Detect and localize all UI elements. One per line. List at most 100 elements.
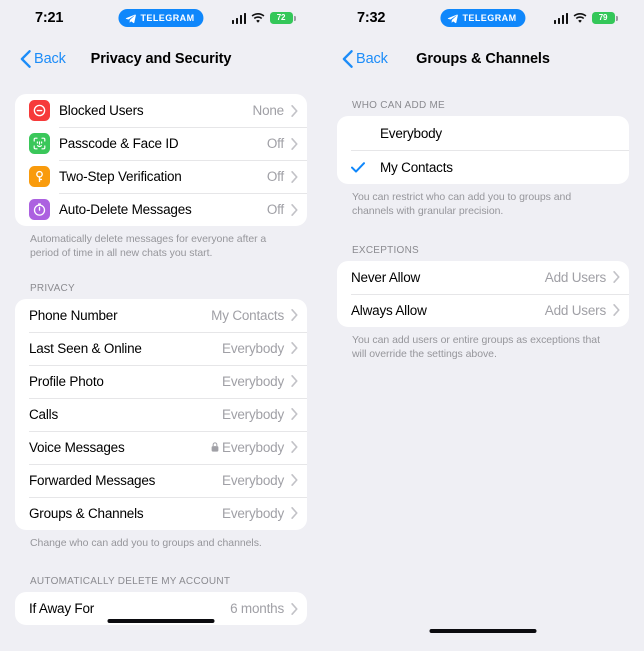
row-label: Never Allow [351, 269, 421, 285]
telegram-plane-icon [447, 13, 458, 23]
chevron-right-icon [291, 441, 298, 454]
row-blocked-users[interactable]: Blocked Users None [15, 94, 307, 127]
row-last-seen-online[interactable]: Last Seen & Online Everybody [15, 331, 307, 365]
telegram-status-pill[interactable]: TELEGRAM [118, 9, 204, 27]
row-value: 6 months [230, 601, 284, 617]
row-profile-photo[interactable]: Profile Photo Everybody [15, 364, 307, 398]
chevron-right-icon [291, 408, 298, 421]
row-voice-messages[interactable]: Voice Messages Everybody [15, 430, 307, 464]
row-forwarded-messages[interactable]: Forwarded Messages Everybody [15, 463, 307, 497]
chevron-right-icon [291, 507, 298, 520]
exceptions-card: Never Allow Add Users Always Allow Add U… [337, 260, 629, 327]
security-footnote: Automatically delete messages for everyo… [30, 233, 267, 260]
option-my-contacts[interactable]: My Contacts [337, 150, 629, 184]
row-never-allow[interactable]: Never Allow Add Users [337, 261, 629, 294]
row-label: Forwarded Messages [29, 472, 156, 488]
row-value: Everybody [222, 505, 284, 521]
back-button-label: Back [356, 51, 388, 67]
row-calls[interactable]: Calls Everybody [15, 397, 307, 431]
row-value: Everybody [222, 373, 284, 389]
chevron-right-icon [291, 375, 298, 388]
battery-icon: 79 [592, 12, 618, 24]
chevron-right-icon [291, 170, 298, 183]
row-value: Everybody [222, 439, 284, 455]
status-bar: 7:21 TELEGRAM 72 [13, 0, 309, 40]
row-two-step-verification[interactable]: Two-Step Verification Off [15, 160, 307, 193]
back-button-label: Back [34, 51, 66, 67]
row-label: Calls [29, 406, 59, 422]
phone-screen-privacy-and-security: 7:21 TELEGRAM 72 Back Privacy and Securi… [0, 0, 322, 651]
chevron-right-icon [291, 137, 298, 150]
row-value: None [252, 103, 285, 118]
navigation-bar: Back Groups & Channels [335, 40, 631, 78]
row-label: Passcode & Face ID [59, 136, 179, 151]
blocked-users-icon [29, 100, 50, 121]
checkmark-slot [351, 161, 371, 173]
row-value: Everybody [222, 472, 284, 488]
lock-icon [211, 442, 219, 453]
chevron-left-icon [342, 50, 353, 68]
row-always-allow[interactable]: Always Allow Add Users [337, 293, 629, 327]
security-card: Blocked Users None Passcode & Face ID Of… [15, 94, 307, 226]
row-label: Voice Messages [29, 439, 125, 455]
telegram-status-pill-label: TELEGRAM [462, 13, 517, 23]
section-header-auto-delete-account: AUTOMATICALLY DELETE MY ACCOUNT [30, 576, 231, 588]
chevron-right-icon [613, 271, 620, 284]
back-button[interactable]: Back [20, 50, 66, 68]
option-everybody[interactable]: Everybody [337, 116, 629, 150]
chevron-right-icon [291, 342, 298, 355]
chevron-right-icon [291, 309, 298, 322]
battery-percent: 79 [598, 13, 608, 22]
telegram-plane-icon [125, 13, 136, 23]
chevron-right-icon [291, 474, 298, 487]
status-bar-indicators: 79 [553, 12, 618, 24]
row-value: Add Users [544, 269, 606, 285]
who-can-add-me-footnote: You can restrict who can add you to grou… [352, 191, 572, 218]
row-value: Everybody [222, 340, 284, 356]
row-label: Always Allow [351, 302, 427, 318]
status-bar: 7:32 TELEGRAM 79 [335, 0, 631, 40]
privacy-card: Phone Number My Contacts Last Seen & Onl… [15, 298, 307, 530]
battery-icon: 72 [270, 12, 296, 24]
row-value: Off [266, 136, 284, 151]
settings-list: Blocked Users None Passcode & Face ID Of… [13, 78, 309, 631]
telegram-status-pill-label: TELEGRAM [140, 13, 195, 23]
back-button[interactable]: Back [342, 50, 388, 68]
row-groups-and-channels[interactable]: Groups & Channels Everybody [15, 496, 307, 530]
chevron-right-icon [613, 304, 620, 317]
home-indicator [429, 629, 537, 633]
section-header-privacy: PRIVACY [30, 282, 75, 294]
privacy-footnote: Change who can add you to groups and cha… [30, 536, 262, 549]
section-header-exceptions: EXCEPTIONS [352, 244, 419, 256]
navigation-bar: Back Privacy and Security [13, 40, 309, 78]
checkmark-icon [351, 161, 365, 173]
row-label: My Contacts [380, 159, 453, 175]
row-label: Groups & Channels [29, 505, 144, 521]
telegram-status-pill[interactable]: TELEGRAM [440, 9, 526, 27]
row-label: Two-Step Verification [59, 169, 182, 184]
status-bar-time: 7:32 [357, 10, 386, 26]
phone-screen-groups-and-channels: 7:32 TELEGRAM 79 Back Groups & Channels … [322, 0, 644, 651]
row-value: My Contacts [211, 307, 284, 323]
chevron-left-icon [20, 50, 31, 68]
exceptions-footnote: You can add users or entire groups as ex… [352, 333, 600, 361]
chevron-right-icon [291, 602, 298, 615]
row-value: Off [266, 202, 284, 217]
signal-bars-icon [553, 12, 568, 24]
status-bar-time: 7:21 [35, 10, 64, 26]
row-label: Everybody [380, 125, 442, 141]
chevron-right-icon [291, 104, 298, 117]
row-label: Phone Number [29, 307, 118, 323]
row-label: Profile Photo [29, 373, 104, 389]
row-label: Last Seen & Online [29, 340, 142, 356]
row-value-group: Everybody [211, 440, 284, 455]
row-passcode-face-id[interactable]: Passcode & Face ID Off [15, 127, 307, 160]
status-bar-indicators: 72 [231, 12, 296, 24]
row-auto-delete-messages[interactable]: Auto-Delete Messages Off [15, 193, 307, 226]
row-phone-number[interactable]: Phone Number My Contacts [15, 299, 307, 332]
row-value: Off [266, 169, 284, 184]
key-icon [29, 166, 50, 187]
signal-bars-icon [231, 12, 246, 24]
row-value: Add Users [544, 302, 606, 318]
row-label: Auto-Delete Messages [59, 202, 192, 217]
